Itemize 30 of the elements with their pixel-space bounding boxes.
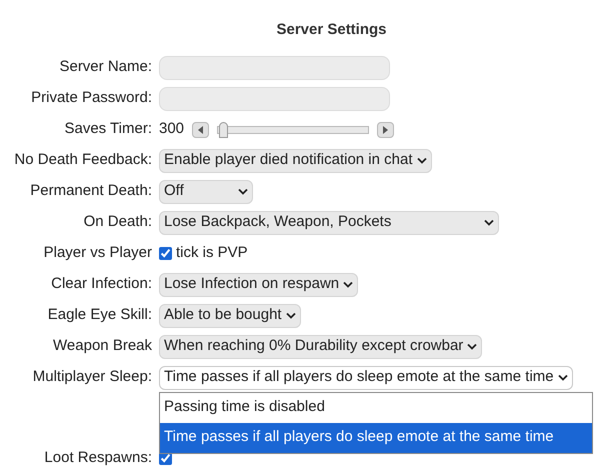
dropdown-select[interactable]: Lose Infection on respawn bbox=[159, 272, 358, 296]
field-label: Private Password: bbox=[31, 88, 152, 108]
field-label: Player vs Player bbox=[44, 243, 152, 264]
selected-value: Able to be bought bbox=[164, 305, 282, 326]
selected-value: Lose Infection on respawn bbox=[164, 274, 340, 294]
selected-value: Time passes if all players do sleep emote at the same time bbox=[164, 367, 554, 388]
selected-value: Enable player died notification in chat bbox=[164, 150, 412, 170]
selected-value: Off bbox=[164, 181, 184, 202]
field-label: Loot Respawns: bbox=[44, 448, 152, 468]
dropdown-select[interactable]: When reaching 0% Durability except crowbar bbox=[159, 334, 482, 358]
slider-value: 300 bbox=[159, 119, 184, 140]
dropdown-option[interactable]: Time passes if all players do sleep emote at the same time bbox=[160, 422, 592, 452]
field-label: Saves Timer: bbox=[64, 119, 152, 140]
dropdown-select[interactable]: Able to be bought bbox=[159, 304, 301, 328]
field-label: Permanent Death: bbox=[30, 181, 152, 202]
field-label: Clear Infection: bbox=[51, 274, 152, 294]
selected-value: Lose Backpack, Weapon, Pockets bbox=[164, 212, 392, 232]
field-label: Eagle Eye Skill: bbox=[48, 305, 152, 326]
dropdown-select[interactable]: Time passes if all players do sleep emote at the same time bbox=[159, 366, 573, 390]
page-title: Server Settings bbox=[276, 20, 387, 40]
field-label: On Death: bbox=[84, 212, 152, 232]
dropdown-select[interactable]: Enable player died notification in chat bbox=[159, 148, 432, 172]
field-label: No Death Feedback: bbox=[14, 150, 152, 170]
dropdown-select[interactable]: Lose Backpack, Weapon, Pockets bbox=[159, 210, 499, 234]
field-label: Weapon Break bbox=[53, 336, 152, 356]
checkbox-label: tick is PVP bbox=[176, 243, 248, 264]
selected-value: When reaching 0% Durability except crowbar bbox=[164, 336, 464, 356]
field-label: Server Name: bbox=[59, 57, 152, 78]
field-label: Multiplayer Sleep: bbox=[32, 367, 152, 388]
dropdown-select[interactable]: Off bbox=[159, 180, 253, 204]
